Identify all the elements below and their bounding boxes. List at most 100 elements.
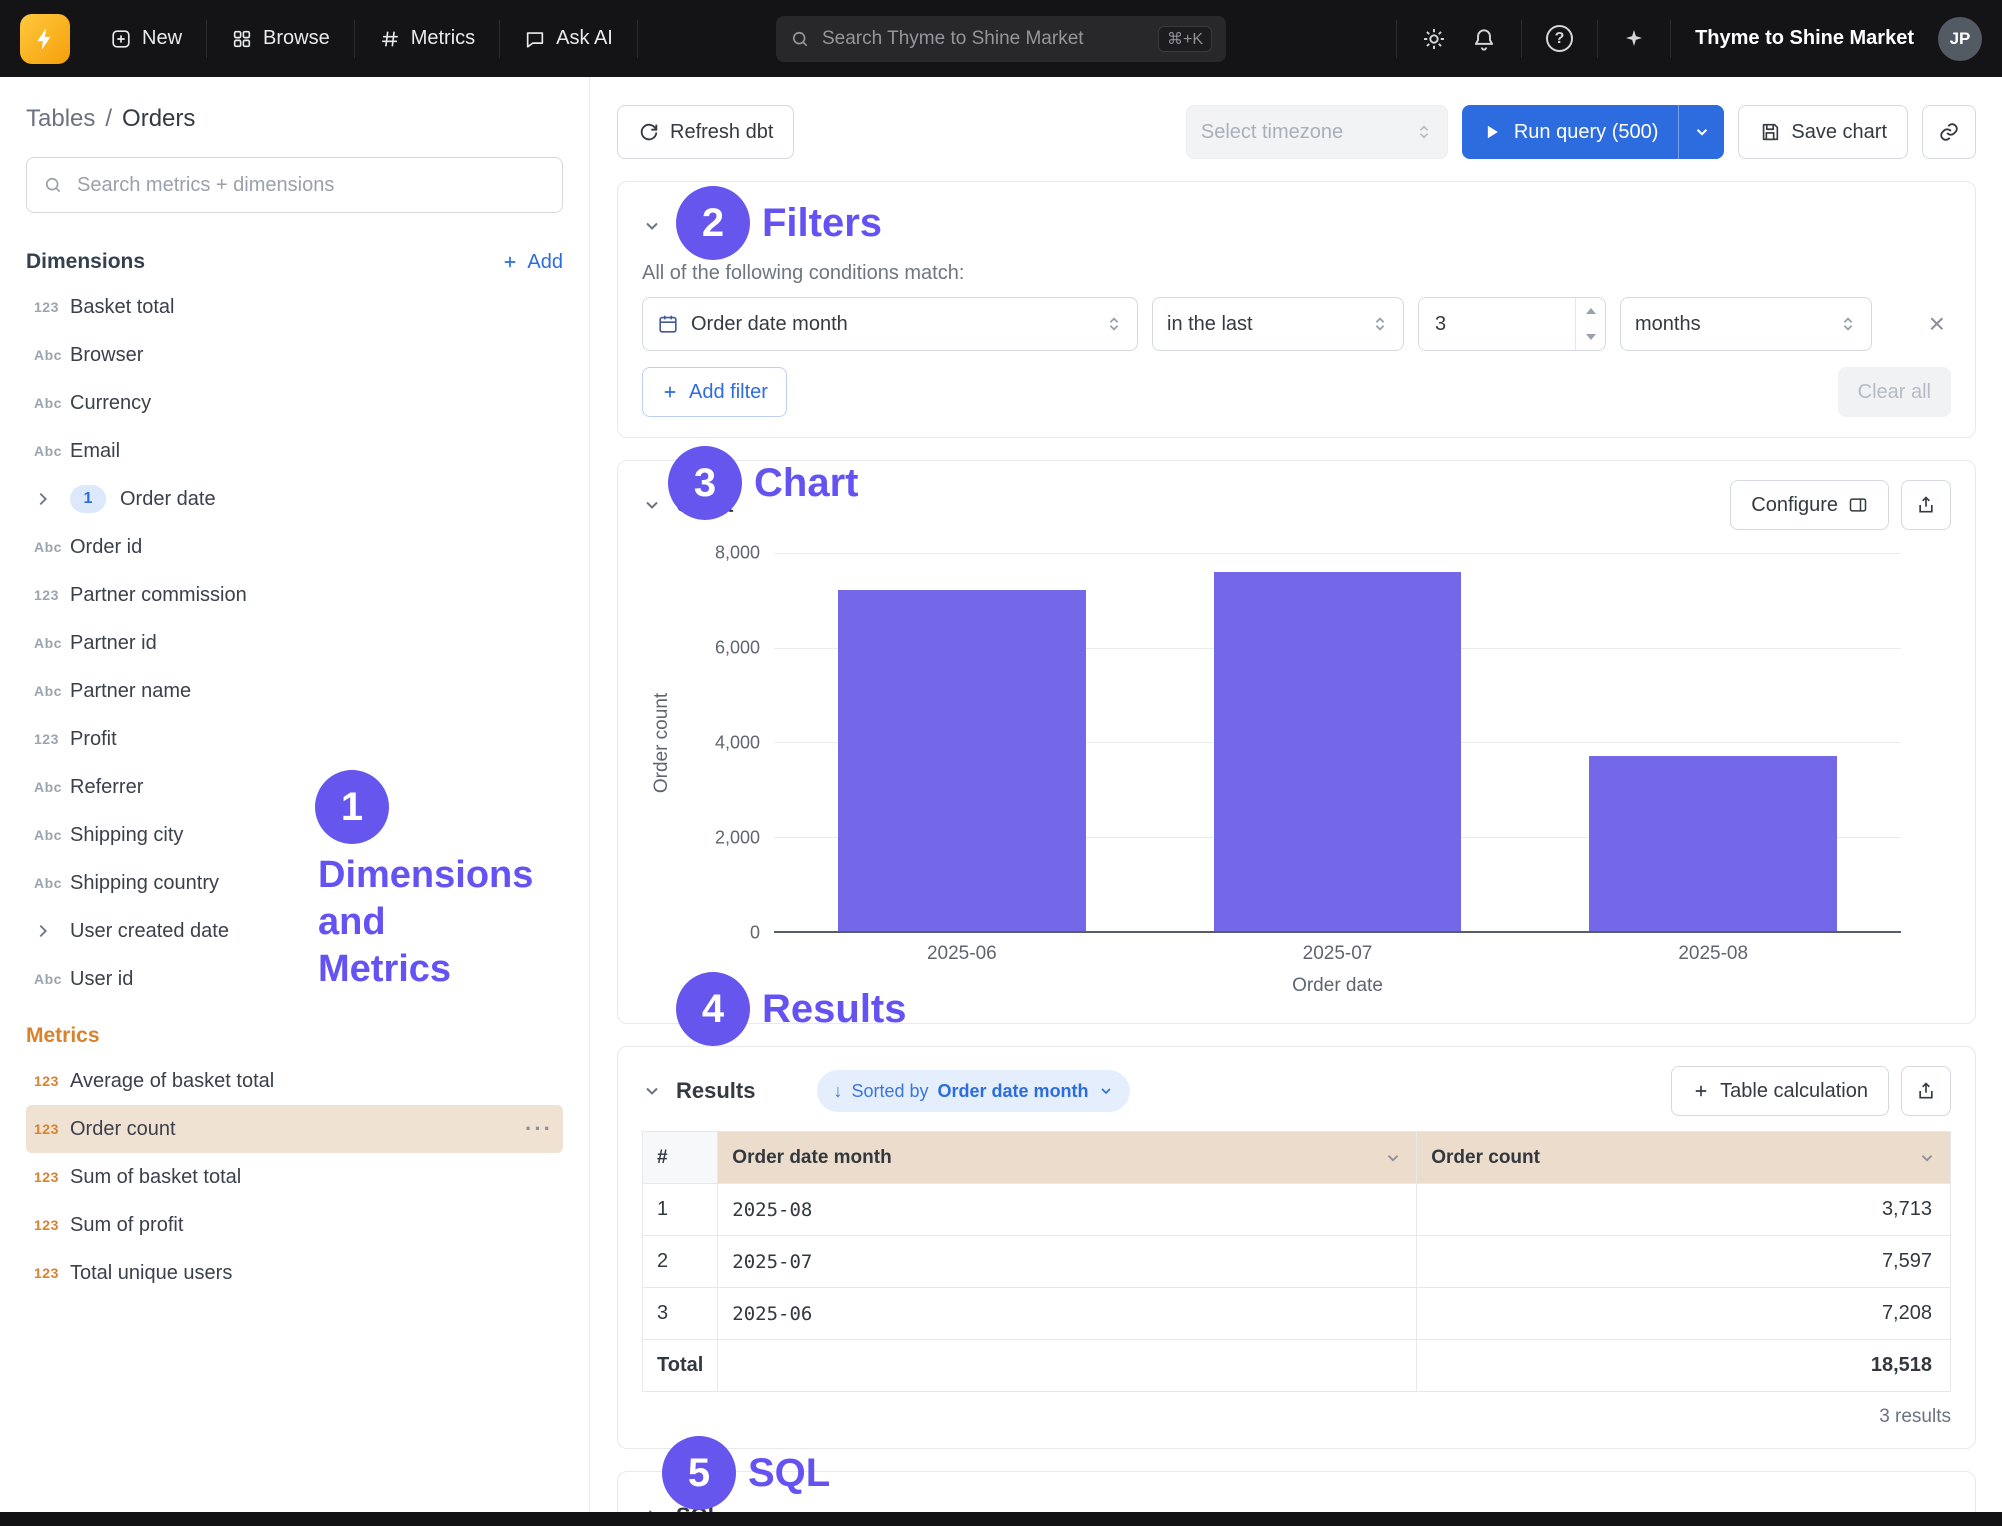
dimension-label: Browser	[70, 344, 143, 367]
numeric-type-icon: 123	[34, 1073, 70, 1089]
bar-2025-06[interactable]	[838, 590, 1086, 931]
remove-filter-icon[interactable]: ×	[1923, 310, 1951, 338]
refresh-icon	[638, 121, 660, 143]
sidebar-item-average-of-basket-total[interactable]: 123 Average of basket total	[26, 1057, 563, 1105]
lightning-bolt-icon	[32, 26, 58, 52]
hash-icon	[379, 28, 401, 50]
add-filter-button[interactable]: Add filter	[642, 367, 787, 417]
dimension-label: Shipping city	[70, 824, 183, 847]
collapse-chevron-icon[interactable]	[642, 1081, 662, 1101]
table-calculation-button[interactable]: Table calculation	[1671, 1066, 1889, 1116]
main-content: Refresh dbt Select timezone Run query (5…	[591, 77, 2002, 1512]
column-header-order-date-month[interactable]: Order date month	[718, 1132, 1417, 1184]
global-search[interactable]: Search Thyme to Shine Market ⌘+K	[776, 16, 1226, 62]
results-table: # Order date month Order count	[642, 1131, 1951, 1392]
run-query-button[interactable]: Run query (500)	[1462, 105, 1679, 159]
filter-value-input[interactable]	[1419, 298, 1575, 350]
org-name[interactable]: Thyme to Shine Market	[1695, 27, 1914, 50]
more-options-icon[interactable]: ···	[525, 1116, 553, 1142]
chevron-down-icon[interactable]	[1384, 1149, 1402, 1167]
add-dimension-button[interactable]: Add	[501, 251, 563, 274]
timezone-select[interactable]: Select timezone	[1186, 105, 1448, 159]
sidebar-item-browser[interactable]: Abc Browser	[26, 331, 563, 379]
filter-unit-select[interactable]: months	[1620, 297, 1872, 351]
sidebar-item-user-id[interactable]: Abc User id	[26, 955, 563, 1003]
sidebar-item-shipping-country[interactable]: Abc Shipping country	[26, 859, 563, 907]
sidebar-item-referrer[interactable]: Abc Referrer	[26, 763, 563, 811]
sidebar-item-partner-commission[interactable]: 123 Partner commission	[26, 571, 563, 619]
export-results-button[interactable]	[1901, 1066, 1951, 1116]
sidebar-item-sum-of-basket-total[interactable]: 123 Sum of basket total	[26, 1153, 563, 1201]
breadcrumb-tables-link[interactable]: Tables	[26, 105, 95, 133]
sidebar-item-basket-total[interactable]: 123 Basket total	[26, 283, 563, 331]
new-button[interactable]: New	[86, 16, 206, 62]
sidebar-item-total-unique-users[interactable]: 123 Total unique users	[26, 1249, 563, 1297]
collapse-chevron-icon[interactable]	[642, 216, 662, 236]
chevron-down-icon[interactable]	[1918, 1149, 1936, 1167]
filter-operator-select[interactable]: in the last	[1152, 297, 1404, 351]
sidebar-search-input[interactable]	[75, 173, 546, 198]
save-chart-button[interactable]: Save chart	[1738, 105, 1908, 159]
sidebar-item-email[interactable]: Abc Email	[26, 427, 563, 475]
ask-ai-button[interactable]: Ask AI	[500, 16, 637, 62]
dimensions-title: Dimensions	[26, 250, 145, 274]
app-logo[interactable]	[20, 14, 70, 64]
sidebar-item-currency[interactable]: Abc Currency	[26, 379, 563, 427]
notifications-bell-icon[interactable]	[1471, 26, 1497, 52]
export-chart-button[interactable]	[1901, 480, 1951, 530]
sidebar-item-sum-of-profit[interactable]: 123 Sum of profit	[26, 1201, 563, 1249]
table-row[interactable]: 3 2025-06 7,208	[643, 1288, 1951, 1340]
sidebar-item-shipping-city[interactable]: Abc Shipping city	[26, 811, 563, 859]
stepper-down-button[interactable]	[1576, 324, 1605, 350]
sidebar-item-profit[interactable]: 123 Profit	[26, 715, 563, 763]
sidebar-search[interactable]	[26, 157, 563, 213]
filter-field-select[interactable]: Order date month	[642, 297, 1138, 351]
sparkles-icon[interactable]	[1622, 27, 1646, 51]
share-link-button[interactable]	[1922, 105, 1976, 159]
breadcrumb: Tables / Orders	[26, 105, 563, 133]
chevron-right-icon[interactable]	[34, 922, 70, 940]
count-cell: 3,713	[1417, 1184, 1951, 1236]
row-index-cell: 3	[643, 1288, 718, 1340]
sql-section-header: SQL	[642, 1492, 1951, 1512]
y-tick: 4,000	[715, 733, 760, 754]
grid-icon	[231, 28, 253, 50]
bar-2025-08[interactable]	[1589, 756, 1837, 931]
y-tick: 8,000	[715, 543, 760, 564]
bar-2025-07[interactable]	[1214, 572, 1462, 931]
sidebar-item-order-count[interactable]: 123 Order count ···	[26, 1105, 563, 1153]
results-section: Results ↓ Sorted by Order date month Tab…	[617, 1046, 1976, 1449]
sql-section: SQL	[617, 1471, 1976, 1512]
column-header-order-count[interactable]: Order count	[1417, 1132, 1951, 1184]
settings-gear-icon[interactable]	[1421, 26, 1447, 52]
sorted-by-prefix: Sorted by	[851, 1081, 928, 1102]
run-query-dropdown-button[interactable]	[1678, 105, 1724, 159]
layout-sidebar-icon	[1848, 495, 1868, 515]
string-type-icon: Abc	[34, 539, 70, 555]
total-value-cell: 18,518	[1417, 1340, 1951, 1392]
toolbar-right-cluster: Select timezone Run query (500)	[1186, 105, 1976, 159]
metrics-nav-button[interactable]: Metrics	[355, 16, 499, 62]
chevron-right-icon[interactable]	[34, 490, 70, 508]
table-row[interactable]: 1 2025-08 3,713	[643, 1184, 1951, 1236]
string-type-icon: Abc	[34, 971, 70, 987]
collapse-chevron-icon[interactable]	[642, 495, 662, 515]
stepper-up-button[interactable]	[1576, 298, 1605, 324]
app-window: New Browse Metrics Ask AI	[0, 0, 2002, 1526]
sorted-by-pill[interactable]: ↓ Sorted by Order date month	[817, 1070, 1129, 1112]
sidebar-item-partner-name[interactable]: Abc Partner name	[26, 667, 563, 715]
dimension-label: Currency	[70, 392, 151, 415]
nav-divider	[1597, 20, 1598, 58]
user-avatar[interactable]: JP	[1938, 17, 1982, 61]
browse-button[interactable]: Browse	[207, 16, 354, 62]
help-icon[interactable]: ?	[1546, 25, 1573, 52]
sidebar-item-order-id[interactable]: Abc Order id	[26, 523, 563, 571]
clear-all-button[interactable]: Clear all	[1838, 367, 1951, 417]
table-row[interactable]: 2 2025-07 7,597	[643, 1236, 1951, 1288]
configure-button[interactable]: Configure	[1730, 480, 1889, 530]
refresh-dbt-button[interactable]: Refresh dbt	[617, 105, 794, 159]
x-tick: 2025-06	[774, 943, 1150, 965]
sidebar-item-partner-id[interactable]: Abc Partner id	[26, 619, 563, 667]
sidebar-item-user-created-date[interactable]: User created date	[26, 907, 563, 955]
sidebar-item-order-date[interactable]: 1 Order date	[26, 475, 563, 523]
